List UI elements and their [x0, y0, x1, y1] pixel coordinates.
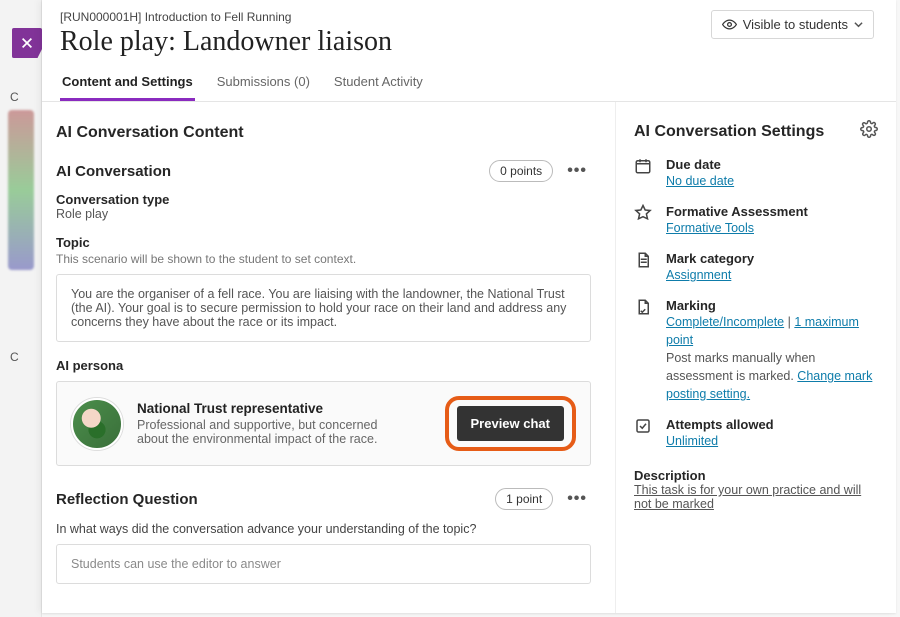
close-icon	[20, 36, 34, 50]
preview-chat-button[interactable]: Preview chat	[457, 406, 565, 441]
settings-column: AI Conversation Settings Due date No due…	[616, 102, 896, 613]
tab-content-settings[interactable]: Content and Settings	[60, 64, 195, 101]
visibility-label: Visible to students	[743, 17, 848, 32]
topic-label: Topic	[56, 235, 591, 250]
close-panel-button[interactable]	[12, 28, 42, 58]
backdrop-panel: C C	[0, 0, 42, 617]
reflection-points-pill[interactable]: 1 point	[495, 488, 553, 510]
document-icon	[634, 251, 654, 271]
topic-help-text: This scenario will be shown to the stude…	[56, 252, 591, 266]
marking-sep: |	[784, 315, 794, 329]
backdrop-thumbnail	[8, 110, 34, 270]
formative-label: Formative Assessment	[666, 204, 808, 219]
marking-post-text: Post marks manually when assessment is m…	[666, 351, 815, 383]
marking-label: Marking	[666, 298, 878, 313]
backdrop-letter-2: C	[10, 350, 19, 364]
slideout-panel: [RUN000001H] Introduction to Fell Runnin…	[42, 0, 896, 613]
reflection-more-menu[interactable]: •••	[563, 488, 591, 510]
breadcrumb: [RUN000001H] Introduction to Fell Runnin…	[60, 10, 392, 24]
conversation-heading: AI Conversation	[56, 163, 171, 180]
persona-description: Professional and supportive, but concern…	[137, 418, 407, 446]
mark-category-link[interactable]: Assignment	[666, 268, 731, 282]
reflection-question-text: In what ways did the conversation advanc…	[56, 522, 591, 536]
persona-card: National Trust representative Profession…	[56, 381, 591, 466]
tab-bar: Content and Settings Submissions (0) Stu…	[42, 64, 896, 102]
persona-name: National Trust representative	[137, 401, 407, 416]
visibility-dropdown[interactable]: Visible to students	[711, 10, 874, 39]
mark-category-label: Mark category	[666, 251, 754, 266]
description-label: Description	[634, 468, 878, 483]
eye-icon	[722, 17, 737, 32]
settings-gear-button[interactable]	[860, 120, 878, 143]
ai-persona-label: AI persona	[56, 358, 591, 373]
check-square-icon	[634, 417, 654, 437]
reflection-heading: Reflection Question	[56, 491, 198, 508]
conversation-type-label: Conversation type	[56, 192, 591, 207]
marking-scheme-link[interactable]: Complete/Incomplete	[666, 315, 784, 329]
caret-down-icon	[854, 20, 863, 29]
formative-link[interactable]: Formative Tools	[666, 221, 754, 235]
section-title-main: AI Conversation Content	[56, 124, 591, 142]
tab-student-activity[interactable]: Student Activity	[332, 64, 425, 101]
description-text[interactable]: This task is for your own practice and w…	[634, 483, 878, 511]
persona-avatar	[71, 398, 123, 450]
backdrop-letter-1: C	[10, 90, 19, 104]
preview-chat-highlight: Preview chat	[445, 396, 577, 451]
star-icon	[634, 204, 654, 224]
conversation-type-value: Role play	[56, 207, 591, 221]
calendar-icon	[634, 157, 654, 177]
attempts-label: Attempts allowed	[666, 417, 774, 432]
reflection-answer-box[interactable]: Students can use the editor to answer	[56, 544, 591, 584]
gear-icon	[860, 120, 878, 138]
conversation-more-menu[interactable]: •••	[563, 160, 591, 182]
points-pill[interactable]: 0 points	[489, 160, 553, 182]
attempts-link[interactable]: Unlimited	[666, 434, 718, 448]
marking-icon	[634, 298, 654, 318]
page-title: Role play: Landowner liaison	[60, 26, 392, 58]
tab-submissions[interactable]: Submissions (0)	[215, 64, 312, 101]
panel-header: [RUN000001H] Introduction to Fell Runnin…	[42, 0, 896, 64]
settings-heading: AI Conversation Settings	[634, 123, 824, 141]
due-date-link[interactable]: No due date	[666, 174, 734, 188]
topic-text-box[interactable]: You are the organiser of a fell race. Yo…	[56, 274, 591, 342]
due-date-label: Due date	[666, 157, 734, 172]
main-column: AI Conversation Content AI Conversation …	[42, 102, 616, 613]
